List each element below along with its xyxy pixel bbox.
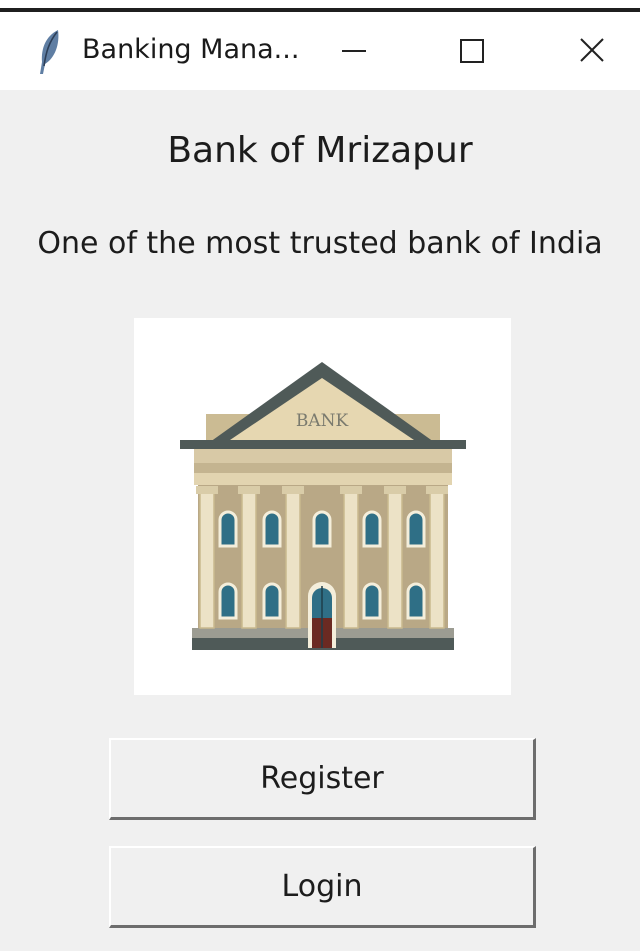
feather-icon (36, 28, 64, 76)
tagline-text: One of the most trusted bank of India (37, 226, 603, 261)
bank-building-icon: BANK (180, 362, 466, 650)
minimize-button[interactable] (318, 12, 390, 90)
window-top-edge (0, 0, 640, 12)
login-button[interactable]: Login (109, 846, 536, 928)
window-title: Banking Mana... (82, 34, 300, 65)
svg-text:BANK: BANK (296, 411, 349, 431)
maximize-button[interactable] (437, 12, 509, 90)
bank-name-heading: Bank of Mrizapur (167, 130, 473, 171)
minimize-icon (342, 50, 366, 52)
title-bar[interactable]: Banking Mana... (0, 12, 640, 90)
close-icon (580, 38, 604, 62)
maximize-icon (460, 39, 484, 63)
bank-image: BANK (134, 318, 511, 695)
close-button[interactable] (556, 12, 628, 90)
register-button[interactable]: Register (109, 738, 536, 820)
